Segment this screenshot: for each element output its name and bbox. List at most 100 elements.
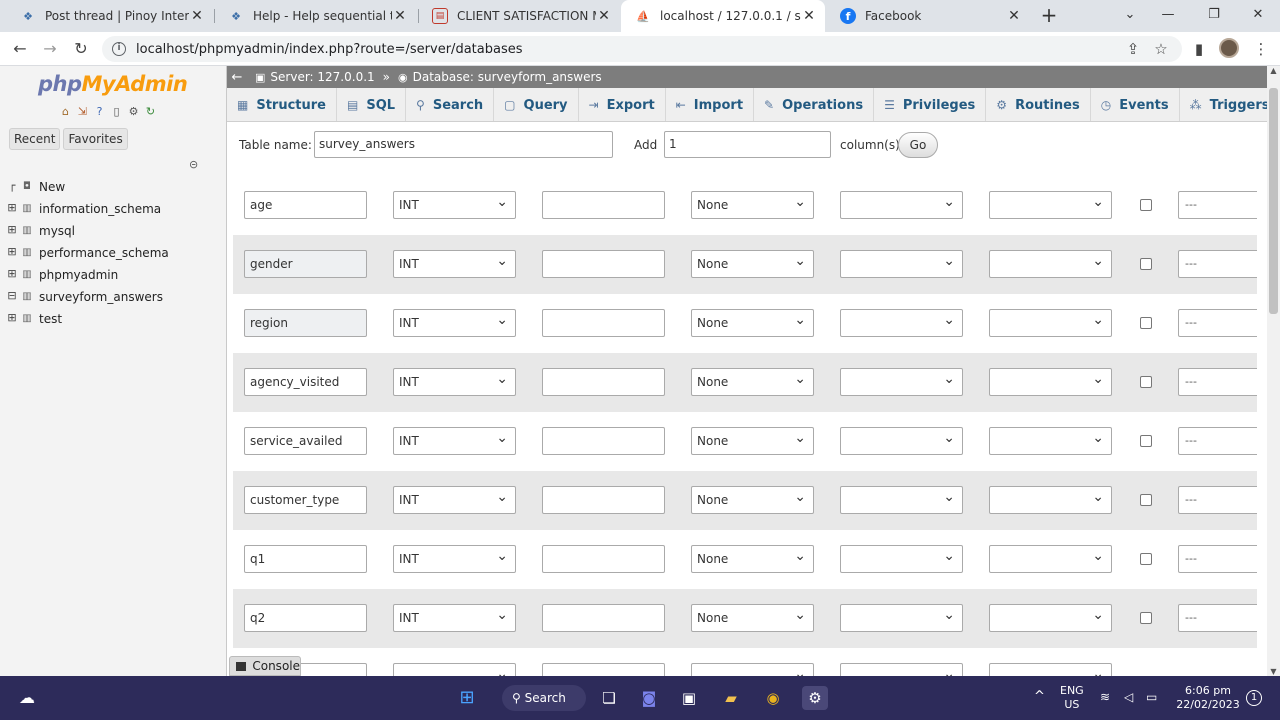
column-name-input[interactable]: q1 — [244, 545, 367, 573]
tree-item-mysql[interactable]: ⊞ ▥ mysql — [6, 220, 169, 242]
reload-icon[interactable]: ↻ — [70, 38, 92, 60]
favorites-tab[interactable]: Favorites — [63, 128, 128, 150]
clock[interactable]: 6:06 pm 22/02/2023 — [1176, 684, 1240, 712]
phpmyadmin-logo[interactable]: phpMyAdmin — [38, 72, 188, 96]
recent-tab[interactable]: Recent — [9, 128, 61, 150]
column-length-input[interactable] — [542, 545, 665, 573]
column-index-select[interactable]: --- — [1178, 309, 1257, 337]
column-type-select[interactable]: INT — [393, 309, 516, 337]
column-length-input[interactable] — [542, 427, 665, 455]
column-collation-select[interactable] — [840, 368, 963, 396]
close-icon[interactable]: ✕ — [392, 8, 408, 24]
tab-structure[interactable]: ▦ Structure — [227, 88, 337, 121]
column-attributes-select[interactable] — [989, 368, 1112, 396]
column-null-checkbox[interactable] — [1140, 612, 1152, 624]
taskbar-search[interactable]: ⚲ Search — [502, 685, 586, 711]
go-button[interactable]: Go — [898, 132, 938, 158]
tree-item-new[interactable]: ┌ ◘ New — [6, 176, 169, 198]
tray-overflow-chevron-icon[interactable]: ^ — [1034, 690, 1045, 704]
column-attributes-select[interactable] — [989, 545, 1112, 573]
column-name-input[interactable]: region — [244, 309, 367, 337]
column-attributes-select[interactable] — [989, 604, 1112, 632]
main-scrollbar[interactable]: ▲ ▼ — [1267, 66, 1280, 676]
column-default-select[interactable]: None — [691, 191, 814, 219]
tab-events[interactable]: ◷ Events — [1091, 88, 1180, 121]
tab-triggers[interactable]: ⁂ Triggers — [1180, 88, 1267, 121]
browser-tab-2[interactable]: ❖ Help - Help sequential tutori ✕ — [214, 0, 416, 32]
column-length-input[interactable] — [542, 663, 665, 676]
site-info-icon[interactable]: i — [112, 42, 126, 56]
collapse-panel-arrow-icon[interactable]: ← — [227, 70, 247, 85]
browser-tab-5[interactable]: f Facebook ✕ — [826, 0, 1030, 32]
new-tab-button[interactable]: + — [1038, 4, 1060, 26]
column-index-select[interactable]: --- — [1178, 427, 1257, 455]
share-icon[interactable]: ⇪ — [1122, 38, 1144, 60]
column-name-input[interactable]: service_availed — [244, 427, 367, 455]
column-null-checkbox[interactable] — [1140, 317, 1152, 329]
column-length-input[interactable] — [542, 604, 665, 632]
column-name-input[interactable]: agency_visited — [244, 368, 367, 396]
column-null-checkbox[interactable] — [1140, 435, 1152, 447]
table-name-input[interactable]: survey_answers — [314, 131, 613, 158]
tab-export[interactable]: ⇥ Export — [579, 88, 666, 121]
column-index-select[interactable]: --- — [1178, 545, 1257, 573]
column-collation-select[interactable] — [840, 545, 963, 573]
column-default-select[interactable]: None — [691, 604, 814, 632]
column-attributes-select[interactable] — [989, 191, 1112, 219]
column-default-select[interactable] — [691, 663, 814, 676]
column-name-input[interactable]: age — [244, 191, 367, 219]
volume-icon[interactable]: ◁ — [1124, 690, 1133, 704]
task-view-icon[interactable]: ❏ — [596, 686, 622, 710]
expand-plus-icon[interactable]: ⊞ — [6, 268, 18, 281]
close-icon[interactable]: ✕ — [189, 8, 205, 24]
battery-icon[interactable]: ▭ — [1146, 690, 1157, 704]
bookmark-star-icon[interactable]: ☆ — [1150, 38, 1172, 60]
column-type-select[interactable]: INT — [393, 250, 516, 278]
column-null-checkbox[interactable] — [1140, 199, 1152, 211]
file-explorer-icon[interactable]: ▰ — [718, 686, 744, 710]
column-index-select[interactable]: --- — [1178, 250, 1257, 278]
console-toggle[interactable]: Console — [229, 656, 301, 676]
chrome-icon[interactable]: ◉ — [760, 686, 786, 710]
browser-tab-1[interactable]: ❖ Post thread | Pinoy Internet a ✕ — [6, 0, 213, 32]
column-attributes-select[interactable] — [989, 427, 1112, 455]
teams-chat-icon[interactable]: ◙ — [636, 686, 662, 710]
window-close-icon[interactable]: ✕ — [1236, 0, 1280, 32]
tree-item-phpmyadmin[interactable]: ⊞ ▥ phpmyadmin — [6, 264, 169, 286]
tree-item-surveyform-answers[interactable]: ⊟ ▥ surveyform_answers — [6, 286, 169, 308]
notification-badge[interactable]: 1 — [1246, 690, 1262, 706]
tab-query[interactable]: ▢ Query — [494, 88, 579, 121]
home-icon[interactable]: ⌂ — [58, 105, 73, 119]
help-icon[interactable]: ? — [92, 105, 107, 119]
tree-item-test[interactable]: ⊞ ▥ test — [6, 308, 169, 330]
wifi-icon[interactable]: ≋ — [1100, 690, 1110, 704]
column-length-input[interactable] — [542, 309, 665, 337]
docs-icon[interactable]: ▯ — [109, 105, 124, 119]
tree-item-performance-schema[interactable]: ⊞ ▥ performance_schema — [6, 242, 168, 264]
collapse-minus-icon[interactable]: ⊟ — [6, 290, 18, 303]
column-length-input[interactable] — [542, 368, 665, 396]
column-default-select[interactable]: None — [691, 368, 814, 396]
reload-nav-icon[interactable]: ↻ — [143, 105, 158, 119]
column-collation-select[interactable] — [840, 486, 963, 514]
column-type-select[interactable]: INT — [393, 604, 516, 632]
column-name-input[interactable]: gender — [244, 250, 367, 278]
column-default-select[interactable]: None — [691, 427, 814, 455]
tab-search[interactable]: ⚲ Search — [406, 88, 495, 121]
column-index-select[interactable]: --- — [1178, 368, 1257, 396]
tab-privileges[interactable]: ☰ Privileges — [874, 88, 987, 121]
tab-sql[interactable]: ▤ SQL — [337, 88, 407, 121]
tab-routines[interactable]: ⚙ Routines — [986, 88, 1091, 121]
column-type-select[interactable]: INT — [393, 545, 516, 573]
forward-arrow-icon[interactable]: → — [39, 38, 61, 60]
microsoft-store-icon[interactable]: ▣ — [676, 686, 702, 710]
column-attributes-select[interactable] — [989, 663, 1112, 676]
side-panel-icon[interactable]: ▮ — [1188, 38, 1210, 60]
scrollbar-thumb[interactable] — [1269, 88, 1278, 314]
active-app-icon[interactable]: ⚙ — [802, 686, 828, 710]
minimize-icon[interactable]: — — [1146, 0, 1190, 32]
breadcrumb-database[interactable]: ◉ Database: surveyform_answers — [398, 70, 602, 84]
back-arrow-icon[interactable]: ← — [9, 38, 31, 60]
scroll-down-arrow-icon[interactable]: ▼ — [1267, 667, 1280, 676]
tab-import[interactable]: ⇤ Import — [666, 88, 755, 121]
